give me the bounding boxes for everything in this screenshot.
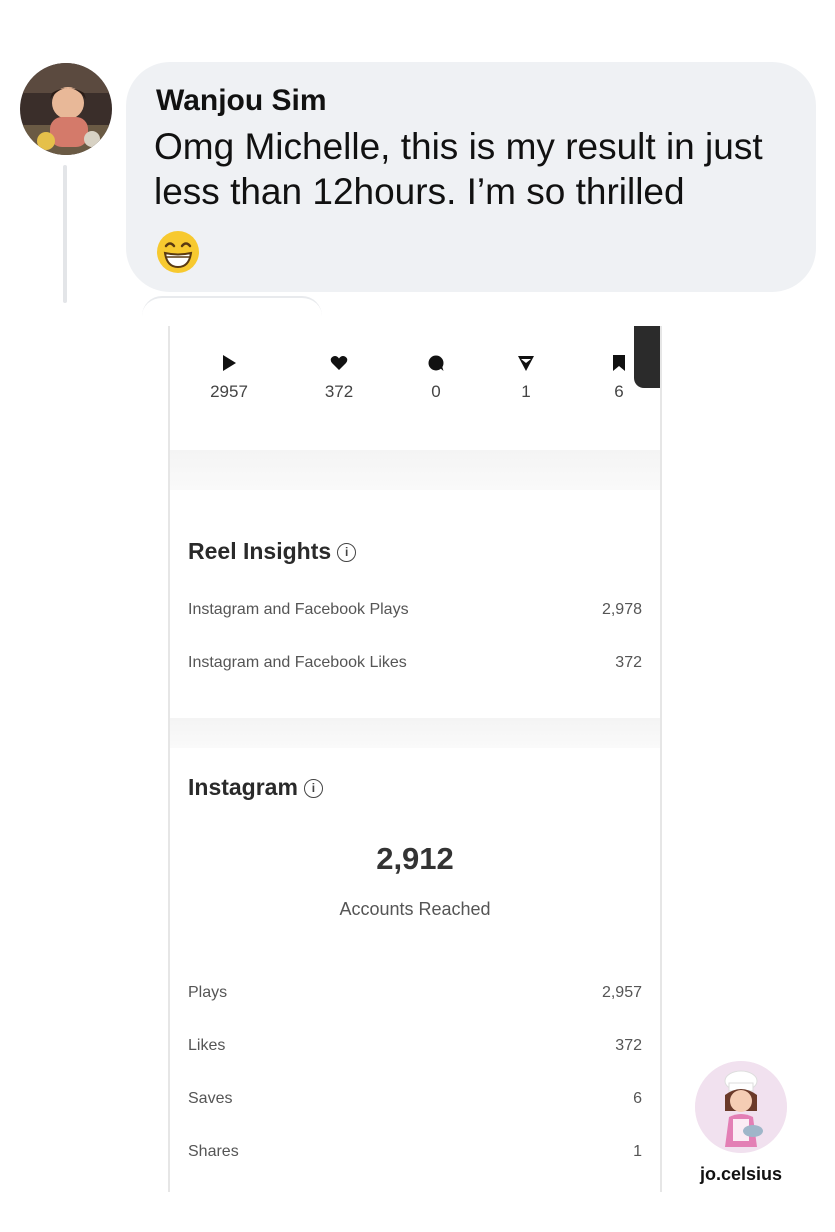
instagram-title: Instagram i — [188, 774, 323, 801]
instagram-row-label: Likes — [188, 1037, 226, 1054]
instagram-row-label: Plays — [188, 984, 228, 1001]
accounts-reached-value: 2,912 — [376, 841, 454, 876]
comment-bubble: Wanjou Sim Omg Michelle, this is my resu… — [126, 62, 816, 292]
instagram-row-value: 2,957 — [601, 984, 642, 1001]
reel-insights-title-text: Reel Insights — [188, 538, 332, 564]
avatar-photo — [20, 63, 112, 155]
insights-screenshot: 2957 372 0 1 6 Reel Insights i Instagram … — [168, 326, 662, 1192]
commenter-avatar[interactable] — [20, 63, 112, 155]
instagram-row-value: 372 — [615, 1037, 642, 1054]
thread-line — [63, 165, 67, 303]
stat-saves: 6 — [584, 354, 654, 402]
section-divider — [170, 450, 660, 490]
stat-value: 2957 — [210, 382, 248, 401]
comment-icon — [428, 355, 444, 371]
play-icon — [223, 355, 236, 371]
reel-row-value: 372 — [615, 654, 642, 671]
heart-icon — [330, 356, 348, 370]
stat-value: 0 — [431, 382, 441, 401]
comment-author[interactable]: Wanjou Sim — [156, 84, 327, 118]
stat-value: 6 — [614, 382, 624, 401]
info-icon[interactable]: i — [303, 779, 323, 798]
comment-text: Omg Michelle, this is my result in just … — [154, 126, 763, 212]
instagram-row-label: Saves — [188, 1090, 233, 1107]
bookmark-icon — [613, 355, 625, 371]
info-icon[interactable]: i — [337, 543, 357, 562]
reel-row-label: Instagram and Facebook Plays — [188, 601, 409, 618]
stat-plays: 2957 — [194, 354, 264, 402]
grinning-emoji-icon — [157, 231, 199, 273]
stat-value: 1 — [521, 382, 531, 401]
reply-stub — [142, 296, 322, 318]
stat-likes: 372 — [304, 354, 374, 402]
watermark-logo — [695, 1061, 787, 1153]
reel-row-label: Instagram and Facebook Likes — [188, 654, 407, 671]
instagram-row-value: 1 — [633, 1143, 642, 1160]
section-divider — [170, 718, 660, 748]
stat-comments: 0 — [401, 354, 471, 402]
instagram-row-label: Shares — [188, 1143, 239, 1160]
share-icon — [518, 356, 534, 371]
reel-row-value: 2,978 — [601, 601, 642, 618]
reel-insights-title: Reel Insights i — [188, 538, 357, 565]
watermark-handle: jo.celsius — [699, 1164, 783, 1184]
accounts-reached-label: Accounts Reached — [339, 899, 491, 919]
stat-shares: 1 — [491, 354, 561, 402]
instagram-title-text: Instagram — [188, 774, 298, 800]
instagram-row-value: 6 — [633, 1090, 642, 1107]
stat-value: 372 — [324, 382, 354, 401]
chef-illustration-icon — [695, 1061, 787, 1153]
